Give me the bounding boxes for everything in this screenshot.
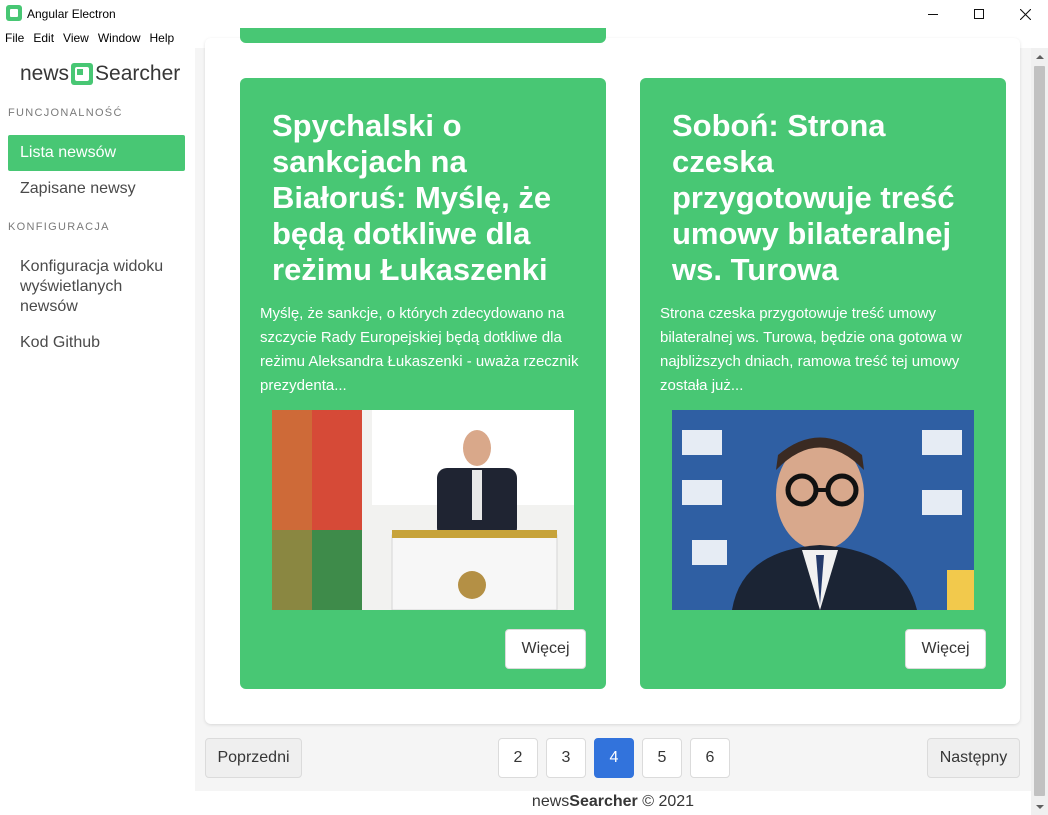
podium-photo (272, 410, 574, 610)
sidebar-item-label: Kod Github (20, 334, 101, 351)
close-button[interactable] (1002, 0, 1048, 28)
sidebar-item-news-list[interactable]: Lista newsów (8, 135, 185, 171)
window-title: Angular Electron (27, 7, 116, 21)
page-button-2[interactable]: 2 (498, 738, 538, 778)
menu-view[interactable]: View (63, 31, 89, 45)
footer-brand-searcher: Searcher (569, 793, 638, 810)
previous-page-button[interactable]: Poprzedni (205, 738, 302, 778)
sidebar-item-view-config[interactable]: Konfiguracja widoku wyświetlanych newsów (8, 257, 185, 317)
minimize-icon (928, 13, 938, 15)
scroll-down-button[interactable] (1031, 798, 1048, 815)
news-card-description: Strona czeska przygotowuje treść umowy b… (660, 305, 962, 394)
news-card-title: Soboń: Strona czeska przygotowuje treść … (672, 108, 955, 287)
menu-file[interactable]: File (5, 31, 24, 45)
page-button-3[interactable]: 3 (546, 738, 586, 778)
sidebar: news Searcher FUNCJONALNOŚĆ Lista newsów… (0, 48, 195, 815)
newspaper-icon (71, 63, 94, 85)
menu-window[interactable]: Window (98, 31, 141, 45)
close-icon (1019, 8, 1031, 20)
sidebar-item-label: Zapisane newsy (20, 180, 136, 197)
vertical-scrollbar[interactable] (1031, 48, 1048, 815)
news-card-description: Myślę, że sankcje, o których zdecydowano… (260, 305, 579, 394)
maximize-button[interactable] (956, 0, 1002, 28)
portrait-photo (672, 410, 974, 610)
logo[interactable]: news Searcher (20, 62, 180, 86)
news-card: Spychalski o sankcjach na Białoruś: Myśl… (240, 78, 606, 689)
window-titlebar: Angular Electron (0, 0, 1048, 28)
section-label-config: KONFIGURACJA (8, 221, 110, 233)
footer-brand-news: news (531, 793, 570, 810)
previous-card-bottom (240, 28, 606, 43)
more-button[interactable]: Więcej (505, 629, 586, 669)
news-card: Soboń: Strona czeska przygotowuje treść … (640, 78, 1006, 689)
news-card-image (272, 410, 574, 610)
sidebar-item-label: Konfiguracja widoku wyświetlanych newsów (20, 258, 164, 315)
section-label-functions: FUNCJONALNOŚĆ (8, 107, 123, 119)
page-button-4-current[interactable]: 4 (594, 738, 634, 778)
minimize-button[interactable] (910, 0, 956, 28)
scroll-up-button[interactable] (1031, 48, 1048, 65)
sidebar-item-github[interactable]: Kod Github (8, 333, 185, 353)
sidebar-item-saved-news[interactable]: Zapisane newsy (8, 179, 185, 199)
page-button-5[interactable]: 5 (642, 738, 682, 778)
menu-edit[interactable]: Edit (33, 31, 54, 45)
maximize-icon (974, 9, 984, 19)
news-card-image (672, 410, 974, 610)
menu-help[interactable]: Help (150, 31, 175, 45)
scrollbar-thumb[interactable] (1034, 66, 1045, 796)
logo-text-news: news (20, 62, 70, 85)
footer-copyright: © 2021 (642, 793, 695, 810)
sidebar-item-label: Lista newsów (20, 144, 117, 161)
more-button[interactable]: Więcej (905, 629, 986, 669)
main-content: Spychalski o sankcjach na Białoruś: Myśl… (195, 28, 1031, 791)
page-button-6[interactable]: 6 (690, 738, 730, 778)
footer: newsSearcher © 2021 (195, 791, 1031, 815)
arrow-down-icon (1035, 804, 1044, 809)
logo-text-searcher: Searcher (95, 62, 181, 85)
app-icon (6, 5, 22, 21)
next-page-button[interactable]: Następny (927, 738, 1020, 778)
arrow-up-icon (1035, 54, 1044, 59)
news-card-title: Spychalski o sankcjach na Białoruś: Myśl… (272, 108, 552, 287)
news-panel: Spychalski o sankcjach na Białoruś: Myśl… (205, 28, 1020, 724)
